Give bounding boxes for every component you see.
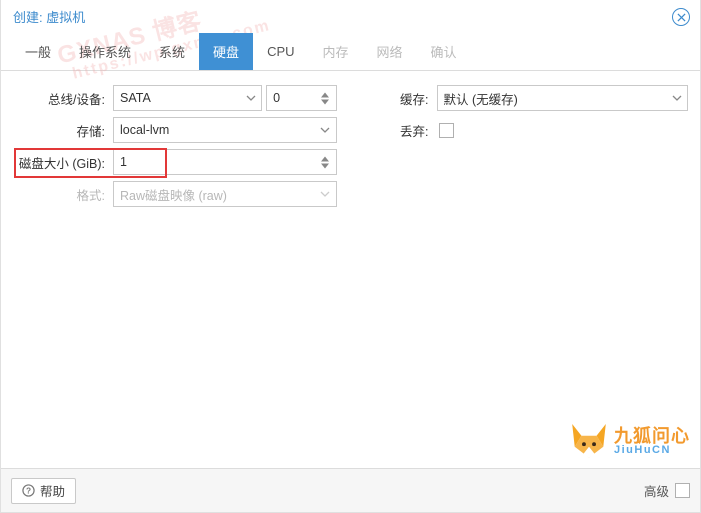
right-column: 缓存: 默认 (无缓存) 丢弃: xyxy=(365,85,689,454)
advanced-checkbox[interactable] xyxy=(675,483,690,498)
tab-memory[interactable]: 内存 xyxy=(309,33,363,70)
tab-system[interactable]: 系统 xyxy=(145,33,199,70)
format-value: Raw磁盘映像 (raw) xyxy=(120,185,227,204)
left-column: 总线/设备: SATA 0 存储: xyxy=(13,85,337,454)
storage-label: 存储: xyxy=(13,121,113,140)
titlebar: 创建: 虚拟机 xyxy=(1,0,700,33)
tab-general[interactable]: 一般 xyxy=(11,33,65,70)
chevron-down-icon xyxy=(314,182,336,206)
help-button[interactable]: ? 帮助 xyxy=(11,478,76,504)
tab-os[interactable]: 操作系统 xyxy=(65,33,145,70)
storage-select[interactable]: local-lvm xyxy=(113,117,337,143)
cache-value: 默认 (无缓存) xyxy=(444,89,518,108)
disk-size-spinner[interactable]: 1 xyxy=(113,149,337,175)
busdev-type-select[interactable]: SATA xyxy=(113,85,262,111)
tab-cpu[interactable]: CPU xyxy=(253,33,308,70)
row-storage: 存储: local-lvm xyxy=(13,117,337,143)
dialog-title: 创建: 虚拟机 xyxy=(13,7,85,26)
row-busdev: 总线/设备: SATA 0 xyxy=(13,85,337,111)
advanced-toggle[interactable]: 高级 xyxy=(644,481,690,500)
row-format: 格式: Raw磁盘映像 (raw) xyxy=(13,181,337,207)
chevron-down-icon xyxy=(314,118,336,142)
tabbar: 一般 操作系统 系统 硬盘 CPU 内存 网络 确认 xyxy=(1,33,700,71)
busdev-index-value: 0 xyxy=(273,91,280,105)
advanced-label: 高级 xyxy=(644,481,669,500)
svg-text:?: ? xyxy=(26,486,31,496)
spinner-icon xyxy=(314,150,336,174)
close-icon xyxy=(677,13,686,22)
busdev-index-spinner[interactable]: 0 xyxy=(266,85,336,111)
tab-confirm[interactable]: 确认 xyxy=(417,33,471,70)
close-button[interactable] xyxy=(672,8,690,26)
form-body: 总线/设备: SATA 0 存储: xyxy=(1,71,700,468)
disk-size-label: 磁盘大小 (GiB): xyxy=(13,153,113,172)
storage-value: local-lvm xyxy=(120,123,169,137)
busdev-type-value: SATA xyxy=(120,91,151,105)
cache-label: 缓存: xyxy=(365,89,437,108)
spinner-icon xyxy=(314,86,336,110)
footer: ? 帮助 高级 xyxy=(1,468,700,512)
row-cache: 缓存: 默认 (无缓存) xyxy=(365,85,689,111)
tab-disk[interactable]: 硬盘 xyxy=(199,33,253,70)
tab-network[interactable]: 网络 xyxy=(363,33,417,70)
format-select: Raw磁盘映像 (raw) xyxy=(113,181,337,207)
chevron-down-icon xyxy=(665,86,687,110)
busdev-label: 总线/设备: xyxy=(13,89,113,108)
cache-select[interactable]: 默认 (无缓存) xyxy=(437,85,689,111)
row-discard: 丢弃: xyxy=(365,117,689,143)
format-label: 格式: xyxy=(13,185,113,204)
discard-label: 丢弃: xyxy=(365,121,437,140)
row-disk-size: 磁盘大小 (GiB): 1 xyxy=(13,149,337,175)
discard-checkbox[interactable] xyxy=(439,123,454,138)
dialog-create-vm: GXNAS 博客 https://wp.gxnas.com 创建: 虚拟机 一般… xyxy=(0,0,701,513)
chevron-down-icon xyxy=(239,86,261,110)
disk-size-value: 1 xyxy=(120,155,127,169)
help-icon: ? xyxy=(22,484,35,497)
help-label: 帮助 xyxy=(40,481,65,500)
